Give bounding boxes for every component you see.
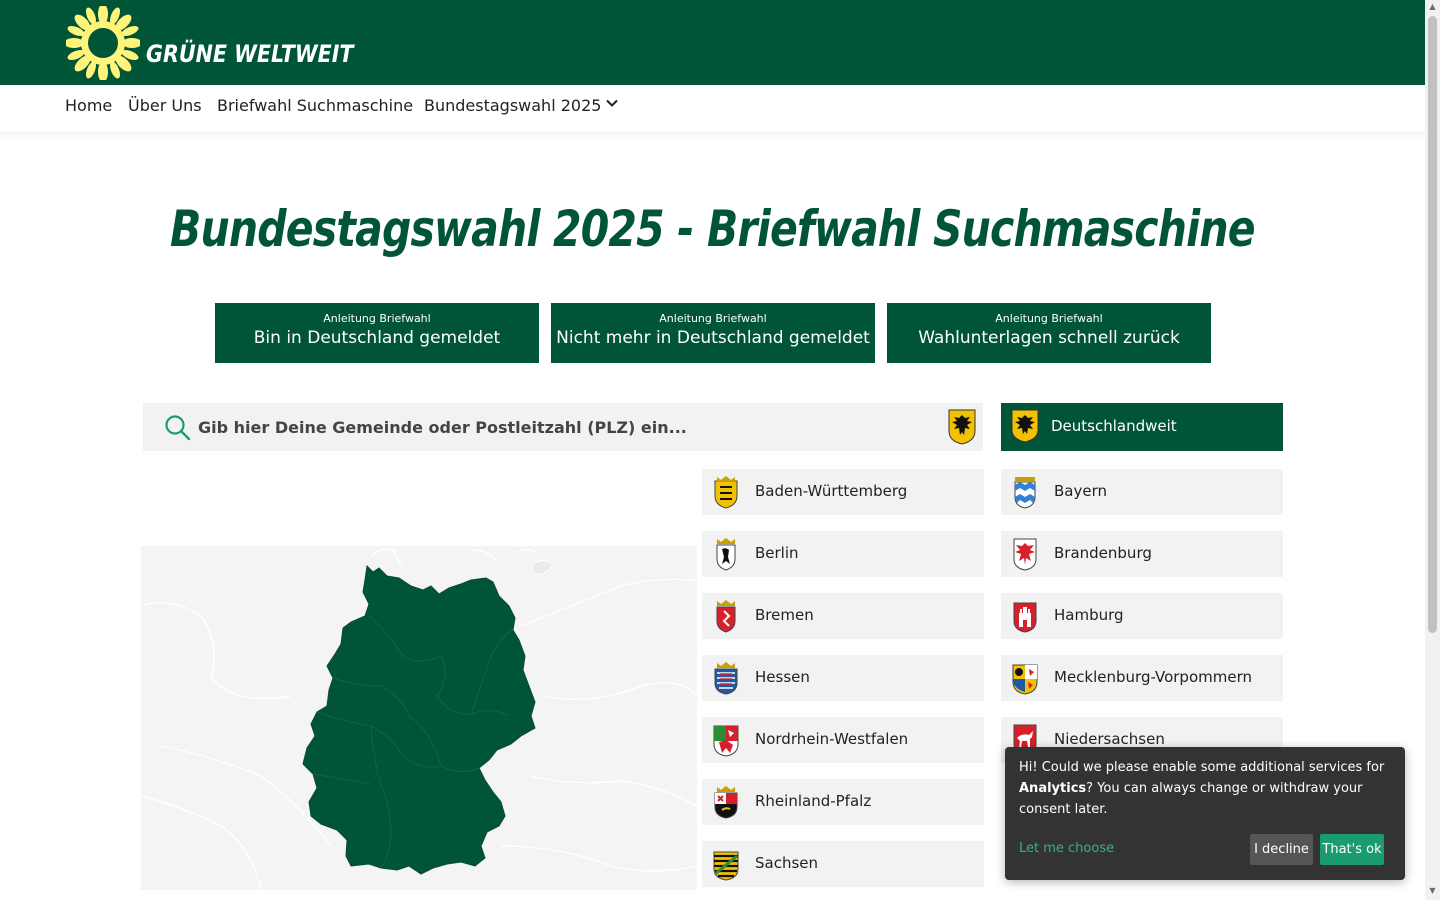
state-hamburg[interactable]: Hamburg: [1001, 593, 1283, 639]
guide-small-label: Anleitung Briefwahl: [659, 312, 767, 325]
chevron-down-icon: [606, 99, 619, 107]
nordrhein-westfalen-crest-icon: [713, 725, 739, 757]
state-label: Hamburg: [1054, 606, 1124, 624]
page-title-text: Bundestagswahl 2025 - Briefwahl Suchmasc…: [170, 200, 1255, 258]
search-icon[interactable]: [165, 415, 191, 441]
state-nordrhein-westfalen[interactable]: Nordrhein-Westfalen: [702, 717, 984, 763]
cookie-let-me-choose-link[interactable]: Let me choose: [1019, 841, 1114, 856]
state-bayern[interactable]: Bayern: [1001, 469, 1283, 515]
federal-eagle-icon: [1011, 409, 1039, 443]
scroll-up-icon[interactable]: ▲: [1428, 2, 1437, 12]
state-sachsen[interactable]: Sachsen: [702, 841, 984, 887]
header-bar: GRÜNE WELTWEIT: [0, 0, 1425, 85]
state-label: Mecklenburg-Vorpommern: [1054, 668, 1252, 686]
mecklenburg-vorpommern-crest-icon: [1012, 664, 1038, 695]
state-berlin[interactable]: Berlin: [702, 531, 984, 577]
search-input[interactable]: [198, 411, 938, 443]
nav-bundestagswahl-label: Bundestagswahl 2025: [424, 96, 602, 115]
guide-not-registered-button[interactable]: Anleitung Briefwahl Nicht mehr in Deutsc…: [551, 303, 875, 363]
guide-small-label: Anleitung Briefwahl: [323, 312, 431, 325]
state-label: Baden-Württemberg: [755, 482, 908, 500]
cookie-accept-button[interactable]: That's ok: [1320, 834, 1384, 865]
guide-big-label: Wahlunterlagen schnell zurück: [918, 328, 1180, 348]
state-mecklenburg-vorpommern[interactable]: Mecklenburg-Vorpommern: [1001, 655, 1283, 701]
rheinland-pfalz-crest-icon: [714, 786, 738, 819]
state-brandenburg[interactable]: Brandenburg: [1001, 531, 1283, 577]
state-label: Bremen: [755, 606, 814, 624]
map-canvas: [141, 546, 697, 890]
guide-registered-in-germany-button[interactable]: Anleitung Briefwahl Bin in Deutschland g…: [215, 303, 539, 363]
hamburg-crest-icon: [1013, 602, 1037, 633]
state-label: Bayern: [1054, 482, 1107, 500]
hessen-crest-icon: [714, 662, 738, 695]
state-label: Berlin: [755, 544, 799, 562]
state-baden-wuerttemberg[interactable]: Baden-Württemberg: [702, 469, 984, 515]
cookie-text-bold: Analytics: [1019, 781, 1087, 796]
berlin-crest-icon: [716, 538, 736, 571]
cookie-decline-button[interactable]: I decline: [1250, 834, 1313, 865]
main-navigation: Home Über Uns Briefwahl Suchmaschine Bun…: [0, 85, 1425, 132]
state-bremen[interactable]: Bremen: [702, 593, 984, 639]
sachsen-crest-icon: [713, 851, 739, 881]
brand-name[interactable]: GRÜNE WELTWEIT: [146, 40, 353, 68]
nav-home[interactable]: Home: [65, 96, 112, 115]
state-label: Deutschlandweit: [1051, 417, 1177, 435]
scrollbar[interactable]: ▲ ▼: [1425, 0, 1440, 900]
brandenburg-crest-icon: [1013, 538, 1037, 571]
cookie-message: Hi! Could we please enable some addition…: [1019, 757, 1389, 820]
federal-eagle-icon[interactable]: [948, 409, 976, 445]
bayern-crest-icon: [1014, 477, 1036, 509]
state-label: Sachsen: [755, 854, 819, 872]
bremen-crest-icon: [716, 600, 736, 633]
state-rheinland-pfalz[interactable]: Rheinland-Pfalz: [702, 779, 984, 825]
nav-bundestagswahl-2025[interactable]: Bundestagswahl 2025: [424, 96, 619, 115]
state-hessen[interactable]: Hessen: [702, 655, 984, 701]
cookie-text-before: Hi! Could we please enable some addition…: [1019, 760, 1385, 775]
state-label: Brandenburg: [1054, 544, 1152, 562]
search-bar: [143, 403, 983, 451]
state-label: Nordrhein-Westfalen: [755, 730, 909, 748]
guide-small-label: Anleitung Briefwahl: [995, 312, 1103, 325]
sunflower-icon[interactable]: [66, 6, 140, 80]
guide-big-label: Bin in Deutschland gemeldet: [253, 328, 501, 348]
cookie-consent-dialog: Hi! Could we please enable some addition…: [1005, 747, 1405, 880]
scrollbar-thumb[interactable]: [1428, 16, 1437, 633]
guide-big-label: Nicht mehr in Deutschland gemeldet: [556, 328, 870, 348]
page-title: Bundestagswahl 2025 - Briefwahl Suchmasc…: [0, 200, 1425, 258]
scroll-down-icon[interactable]: ▼: [1428, 886, 1437, 896]
nav-briefwahl-suchmaschine[interactable]: Briefwahl Suchmaschine: [217, 96, 413, 115]
germany-map[interactable]: [141, 546, 697, 890]
state-label: Rheinland-Pfalz: [755, 792, 872, 810]
state-label: Hessen: [755, 668, 810, 686]
state-label: Niedersachsen: [1054, 730, 1165, 748]
baden-wuerttemberg-crest-icon: [714, 476, 738, 509]
nav-ueber-uns[interactable]: Über Uns: [128, 96, 202, 115]
guide-return-documents-button[interactable]: Anleitung Briefwahl Wahlunterlagen schne…: [887, 303, 1211, 363]
state-deutschlandweit[interactable]: Deutschlandweit: [1001, 403, 1283, 451]
